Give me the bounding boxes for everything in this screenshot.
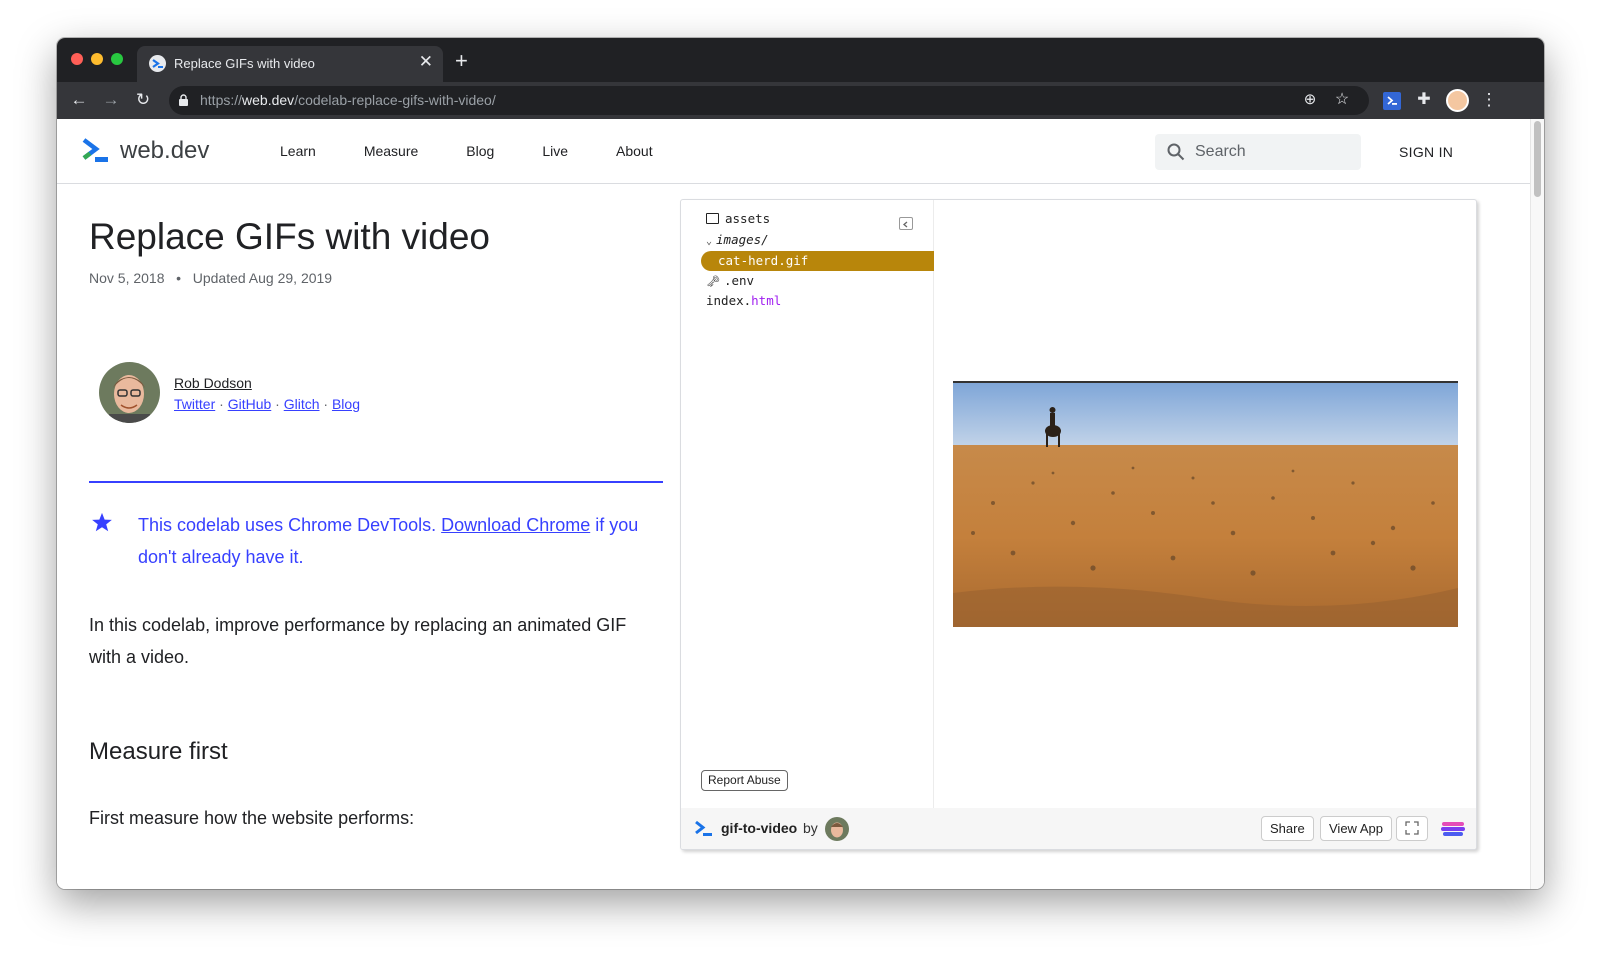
chevron-down-icon: ⌄ (706, 236, 713, 247)
tab-strip: Replace GIFs with video ✕ + (57, 38, 1544, 82)
embed-footer: gif-to-video by Share View App (681, 808, 1476, 849)
forward-icon[interactable]: → (99, 88, 123, 112)
section-heading: Measure first (89, 738, 228, 765)
main-nav: Learn Measure Blog Live About (280, 143, 701, 159)
glitch-remix-icon[interactable] (1440, 818, 1466, 840)
file-env[interactable]: 🗝 .env (706, 271, 754, 291)
author-name-link[interactable]: Rob Dodson (174, 375, 252, 391)
site-header: web.dev Learn Measure Blog Live About SI… (57, 119, 1530, 184)
project-by-label: by (803, 820, 818, 836)
logo-text: web.dev (120, 137, 210, 164)
browser-window: Replace GIFs with video ✕ + ← → ↻ https:… (57, 38, 1544, 889)
lock-icon (179, 94, 188, 106)
back-icon[interactable]: ← (67, 88, 91, 112)
address-bar[interactable]: https://web.dev/codelab-replace-gifs-wit… (169, 86, 1369, 115)
collapse-filetree-button[interactable] (899, 217, 913, 230)
project-author-avatar[interactable] (825, 817, 849, 841)
report-abuse-button[interactable]: Report Abuse (701, 770, 788, 791)
file-tree: assets ⌄ images/ cat-herd.gif 🗝 .env index… (681, 200, 934, 808)
tab-close-icon[interactable]: ✕ (419, 52, 433, 72)
link-separator: · (219, 396, 228, 412)
author-links: Twitter · GitHub · Glitch · Blog (174, 396, 360, 412)
link-separator: · (323, 396, 332, 412)
folder-images-label: images/ (716, 232, 769, 247)
section-paragraph: First measure how the website performs: (89, 808, 415, 828)
file-index-base: index. (706, 293, 752, 308)
search-icon (1167, 143, 1185, 161)
file-index-ext: html (751, 293, 782, 308)
sign-in-button[interactable]: SIGN IN (1399, 144, 1453, 160)
glitch-embed: assets ⌄ images/ cat-herd.gif 🗝 .env index… (680, 199, 1477, 850)
published-date: Nov 5, 2018 (89, 270, 165, 286)
callout-divider (89, 481, 663, 483)
file-assets-label: assets (725, 211, 771, 226)
view-app-button[interactable]: View App (1320, 816, 1392, 841)
file-cat-herd[interactable]: cat-herd.gif (718, 251, 808, 271)
download-chrome-link[interactable]: Download Chrome (441, 515, 590, 535)
date-separator: • (168, 270, 189, 286)
page-viewport: web.dev Learn Measure Blog Live About SI… (57, 119, 1544, 889)
author-glitch-link[interactable]: Glitch (284, 396, 320, 412)
file-env-label: .env (723, 273, 755, 288)
author-blog-link[interactable]: Blog (332, 396, 360, 412)
page-scrollbar[interactable] (1530, 119, 1544, 889)
puzzle-icon[interactable]: ✚ (1412, 88, 1436, 112)
link-separator: · (275, 396, 284, 412)
assets-box-icon (706, 213, 719, 224)
article-dates: Nov 5, 2018 • Updated Aug 29, 2019 (89, 270, 332, 286)
fullscreen-icon[interactable] (1396, 816, 1428, 841)
cat-herd-gif-preview (953, 381, 1458, 627)
minimize-window-button[interactable] (91, 53, 103, 65)
tab-title: Replace GIFs with video (174, 56, 315, 71)
callout-text: This codelab uses Chrome DevTools. Downl… (138, 509, 658, 573)
search-input[interactable] (1195, 134, 1355, 170)
scrollbar-thumb[interactable] (1534, 121, 1541, 197)
profile-icon[interactable] (1446, 89, 1469, 112)
updated-date: Updated Aug 29, 2019 (192, 270, 333, 286)
site-search[interactable] (1155, 134, 1361, 170)
page-title: Replace GIFs with video (89, 216, 491, 257)
webdev-favicon-icon (149, 55, 166, 72)
browser-tab-active[interactable]: Replace GIFs with video ✕ (137, 46, 443, 82)
new-tab-icon[interactable]: + (455, 48, 468, 74)
share-button[interactable]: Share (1261, 816, 1314, 841)
author-avatar[interactable] (99, 362, 160, 423)
extension-icon[interactable] (1383, 92, 1401, 110)
install-icon[interactable]: ⊕ (1298, 88, 1322, 112)
nav-measure[interactable]: Measure (364, 143, 418, 159)
file-assets[interactable]: assets (706, 209, 770, 229)
close-window-button[interactable] (71, 53, 83, 65)
author-github-link[interactable]: GitHub (228, 396, 272, 412)
file-index-html[interactable]: index.html (706, 291, 781, 311)
intro-paragraph: In this codelab, improve performance by … (89, 615, 627, 667)
author-twitter-link[interactable]: Twitter (174, 396, 215, 412)
glitch-project-icon (695, 820, 712, 836)
nav-live[interactable]: Live (542, 143, 568, 159)
callout-pre: This codelab uses Chrome DevTools. (138, 515, 442, 535)
reload-icon[interactable]: ↻ (131, 88, 155, 112)
key-icon: 🗝 (706, 275, 720, 288)
star-icon (92, 512, 112, 532)
folder-images[interactable]: ⌄ images/ (706, 230, 769, 250)
menu-icon[interactable]: ⋮ (1477, 88, 1501, 112)
nav-about[interactable]: About (616, 143, 653, 159)
nav-learn[interactable]: Learn (280, 143, 316, 159)
browser-toolbar: ← → ↻ https://web.dev/codelab-replace-gi… (57, 82, 1544, 119)
bookmark-star-icon[interactable]: ☆ (1330, 88, 1354, 112)
nav-blog[interactable]: Blog (466, 143, 494, 159)
zoom-window-button[interactable] (111, 53, 123, 65)
webdev-logo[interactable]: web.dev (82, 137, 209, 165)
url-text: https://web.dev/codelab-replace-gifs-wit… (200, 92, 496, 108)
webdev-logo-icon (82, 138, 108, 162)
project-name-link[interactable]: gif-to-video (721, 820, 797, 836)
